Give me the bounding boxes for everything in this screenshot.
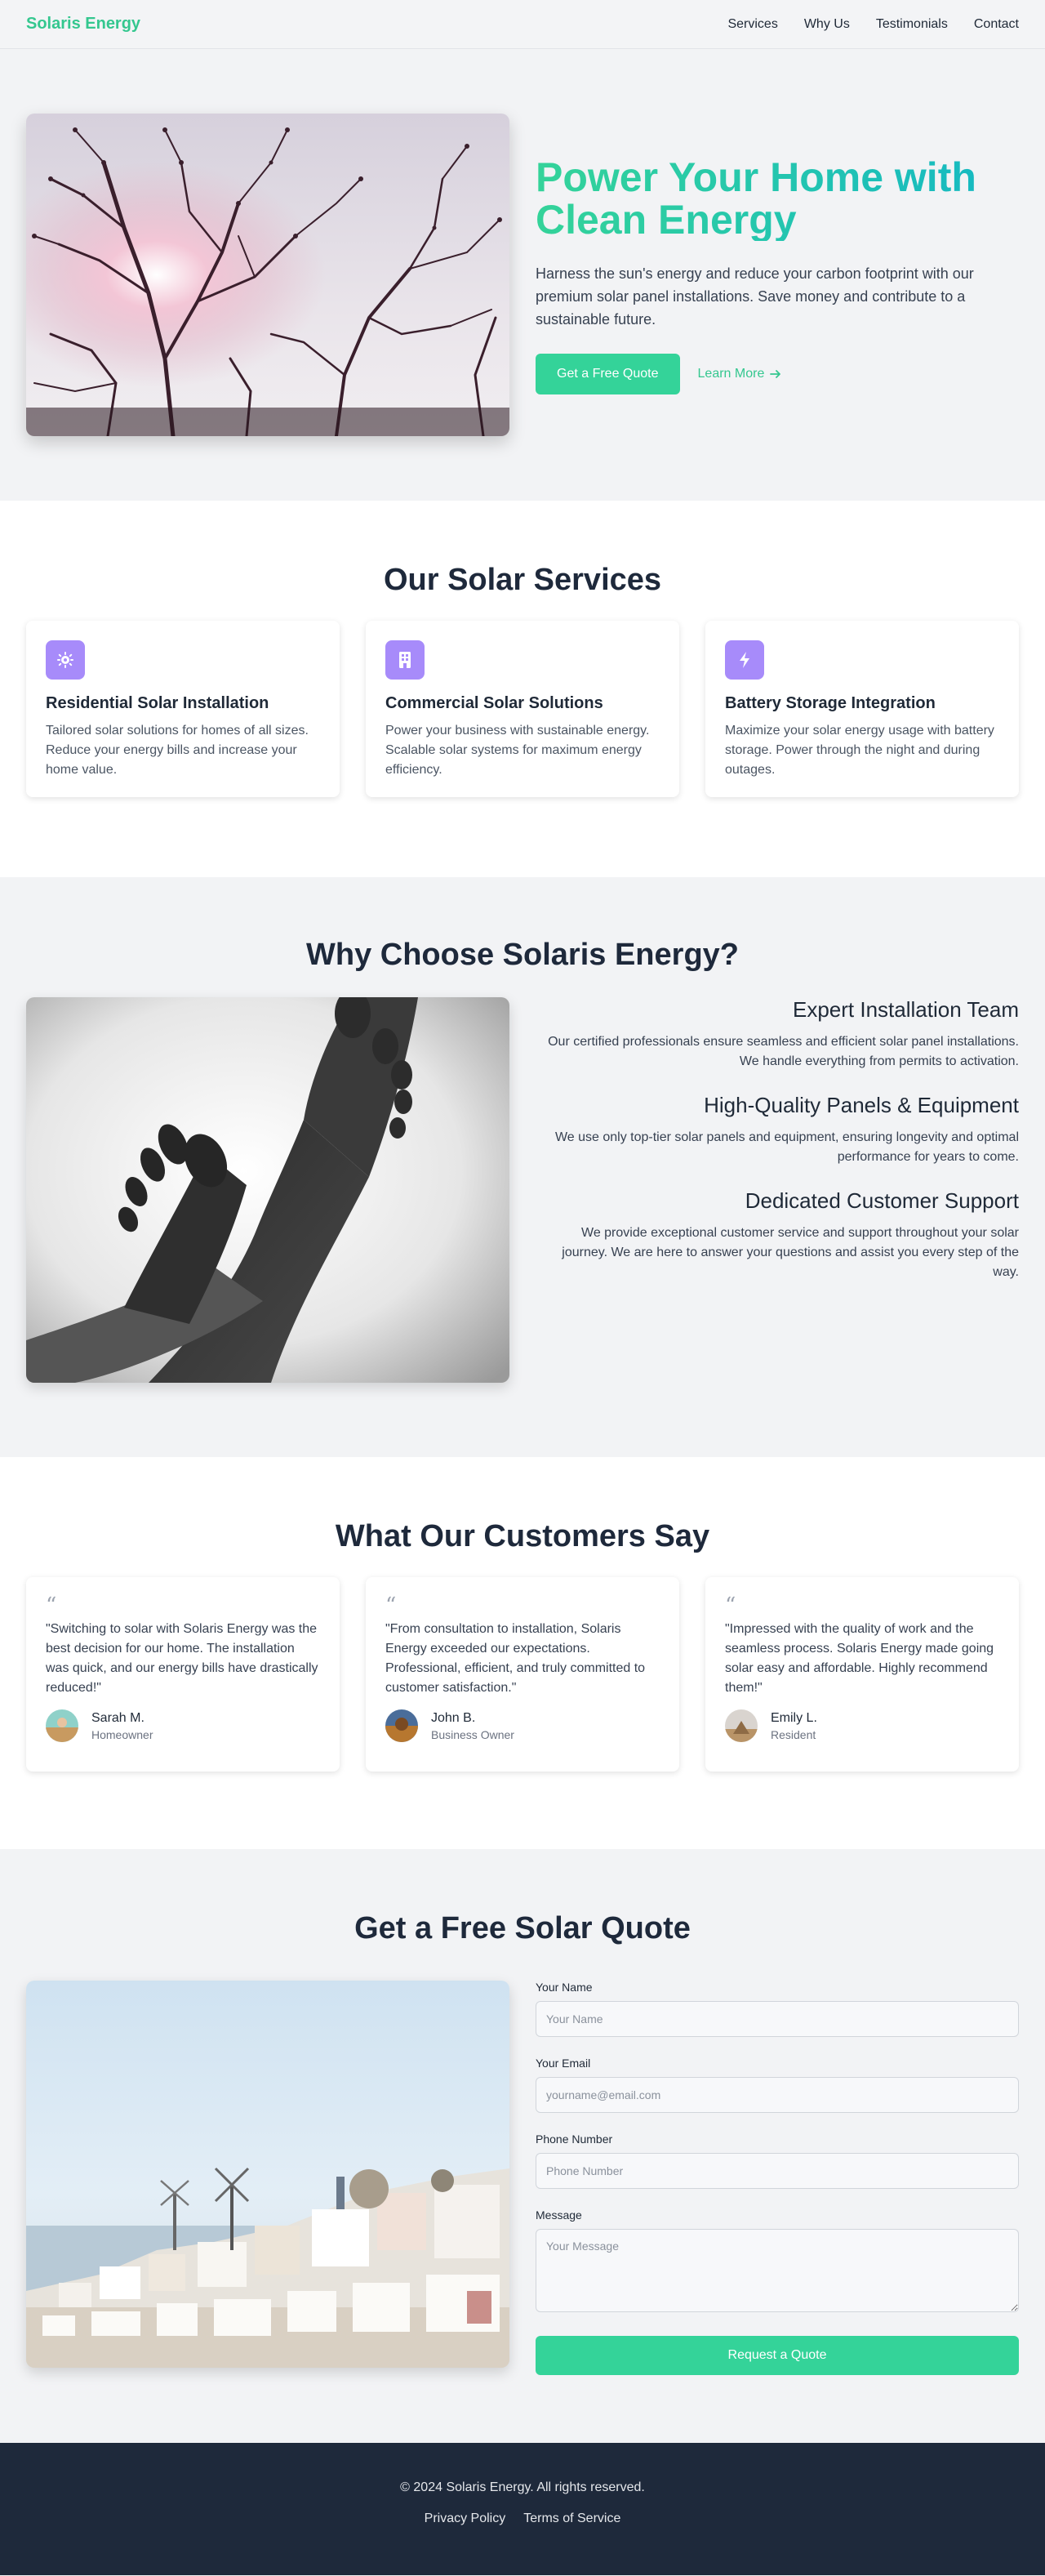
services-title: Our Solar Services: [383, 563, 662, 597]
arrow-right-icon: [770, 369, 781, 378]
testimonial-person: John B. Business Owner: [385, 1709, 660, 1742]
service-card-battery: Battery Storage Integration Maximize you…: [705, 621, 1019, 797]
service-text: Tailored solar solutions for homes of al…: [46, 724, 309, 777]
message-label: Message: [536, 2208, 582, 2222]
person-name: Sarah M.: [91, 1710, 145, 1725]
testimonials-title: What Our Customers Say: [335, 1519, 710, 1553]
why-row: Expert Installation Team Our certified p…: [0, 997, 1045, 1383]
person-role: Resident: [771, 1727, 816, 1741]
top-navbar: Solaris Energy Services Why Us Testimoni…: [0, 0, 1045, 49]
why-item-text: We use only top-tier solar panels and eq…: [554, 1130, 1019, 1164]
quote-icon: “: [725, 1593, 736, 1618]
why-section: Why Choose Solaris Energy? Expert Instal…: [0, 877, 1045, 1457]
phone-input[interactable]: [536, 2153, 1019, 2189]
quote-icon: “: [385, 1593, 397, 1618]
why-item: High-Quality Panels & Equipment We use o…: [536, 1093, 1019, 1167]
quote-icon: “: [46, 1593, 57, 1618]
hero-image-tree-branches: [26, 114, 509, 436]
hero-section: Power Your Home with Clean Energy Harnes…: [0, 49, 1045, 501]
nav-links: Services Why Us Testimonials Contact: [727, 17, 1019, 32]
privacy-policy-link[interactable]: Privacy Policy: [425, 2511, 506, 2526]
building-icon: [385, 640, 425, 680]
hero-subtitle: Harness the sun's energy and reduce your…: [536, 265, 974, 328]
person-name: John B.: [431, 1710, 476, 1725]
terms-of-service-link[interactable]: Terms of Service: [523, 2511, 620, 2526]
service-card-residential: Residential Solar Installation Tailored …: [26, 621, 340, 797]
why-item-title: Expert Installation Team: [793, 997, 1019, 1022]
testimonial-card: “ "Impressed with the quality of work an…: [705, 1577, 1019, 1772]
message-field-group: Message: [536, 2208, 1019, 2316]
name-label: Your Name: [536, 1981, 593, 1994]
sun-gear-icon: [46, 640, 85, 680]
lightning-icon: [725, 640, 764, 680]
phone-label: Phone Number: [536, 2133, 613, 2146]
quote-title: Get a Free Solar Quote: [354, 1911, 691, 1945]
service-card-commercial: Commercial Solar Solutions Power your bu…: [366, 621, 679, 797]
service-title: Battery Storage Integration: [725, 694, 936, 712]
email-label: Your Email: [536, 2057, 591, 2070]
testimonial-quote: "Switching to solar with Solaris Energy …: [46, 1622, 318, 1695]
why-item-title: High-Quality Panels & Equipment: [704, 1093, 1019, 1117]
why-title: Why Choose Solaris Energy?: [306, 938, 739, 972]
name-input[interactable]: [536, 2001, 1019, 2037]
brand-logo-link[interactable]: Solaris Energy: [26, 15, 140, 33]
quote-row: Your Name Your Email Phone Number Messag…: [0, 1981, 1045, 2375]
why-item: Expert Installation Team Our certified p…: [536, 997, 1019, 1072]
testimonial-quote: "Impressed with the quality of work and …: [725, 1622, 994, 1695]
email-input[interactable]: [536, 2077, 1019, 2113]
nav-link-contact[interactable]: Contact: [974, 17, 1019, 32]
services-section: Our Solar Services Residential Solar Ins…: [0, 501, 1045, 877]
quote-form: Your Name Your Email Phone Number Messag…: [536, 1981, 1019, 2375]
quote-section: Get a Free Solar Quote Your Name Your Na…: [0, 1849, 1045, 2443]
testimonials-section: What Our Customers Say “ "Switching to s…: [0, 1457, 1045, 1849]
footer: © 2024 Solaris Energy. All rights reserv…: [0, 2443, 1045, 2575]
hero-title: Power Your Home with Clean Energy: [536, 156, 1019, 241]
services-cards: Residential Solar Installation Tailored …: [0, 621, 1045, 797]
testimonial-quote: "From consultation to installation, Sola…: [385, 1622, 646, 1695]
nav-link-testimonials[interactable]: Testimonials: [876, 17, 948, 32]
avatar: [46, 1709, 78, 1742]
learn-more-link[interactable]: Learn More: [698, 367, 783, 381]
avatar: [385, 1709, 418, 1742]
copyright-text: © 2024 Solaris Energy. All rights reserv…: [400, 2480, 645, 2494]
hero-text: Power Your Home with Clean Energy Harnes…: [536, 156, 1019, 394]
testimonial-card: “ "From consultation to installation, So…: [366, 1577, 679, 1772]
name-field-group: Your Name: [536, 1981, 1019, 2037]
email-field-group: Your Email: [536, 2057, 1019, 2113]
testimonial-card: “ "Switching to solar with Solaris Energ…: [26, 1577, 340, 1772]
why-features: Expert Installation Team Our certified p…: [536, 997, 1019, 1383]
service-title: Residential Solar Installation: [46, 694, 269, 712]
message-textarea[interactable]: [536, 2229, 1019, 2312]
footer-links: Privacy Policy Terms of Service: [0, 2511, 1045, 2526]
quote-image-santorini: [26, 1981, 509, 2368]
testimonial-person: Emily L. Resident: [725, 1709, 999, 1742]
phone-field-group: Phone Number: [536, 2133, 1019, 2189]
why-item-text: We provide exceptional customer service …: [562, 1226, 1019, 1279]
service-title: Commercial Solar Solutions: [385, 694, 603, 712]
person-name: Emily L.: [771, 1710, 817, 1725]
nav-link-services[interactable]: Services: [727, 17, 777, 32]
person-role: Business Owner: [431, 1727, 514, 1741]
person-role: Homeowner: [91, 1727, 153, 1741]
why-item-text: Our certified professionals ensure seaml…: [548, 1035, 1019, 1068]
hero-actions: Get a Free Quote Learn More: [536, 353, 1019, 394]
why-item: Dedicated Customer Support We provide ex…: [536, 1188, 1019, 1282]
learn-more-label: Learn More: [697, 366, 765, 381]
get-free-quote-button[interactable]: Get a Free Quote: [536, 353, 680, 394]
testimonial-person: Sarah M. Homeowner: [46, 1709, 320, 1742]
why-item-title: Dedicated Customer Support: [745, 1188, 1019, 1213]
service-text: Maximize your solar energy usage with ba…: [725, 724, 994, 777]
request-quote-button[interactable]: Request a Quote: [536, 2336, 1019, 2375]
service-text: Power your business with sustainable ene…: [385, 724, 650, 777]
testimonial-cards: “ "Switching to solar with Solaris Energ…: [0, 1577, 1045, 1772]
avatar: [725, 1709, 758, 1742]
why-image-feet: [26, 997, 509, 1383]
nav-link-why-us[interactable]: Why Us: [804, 17, 850, 32]
